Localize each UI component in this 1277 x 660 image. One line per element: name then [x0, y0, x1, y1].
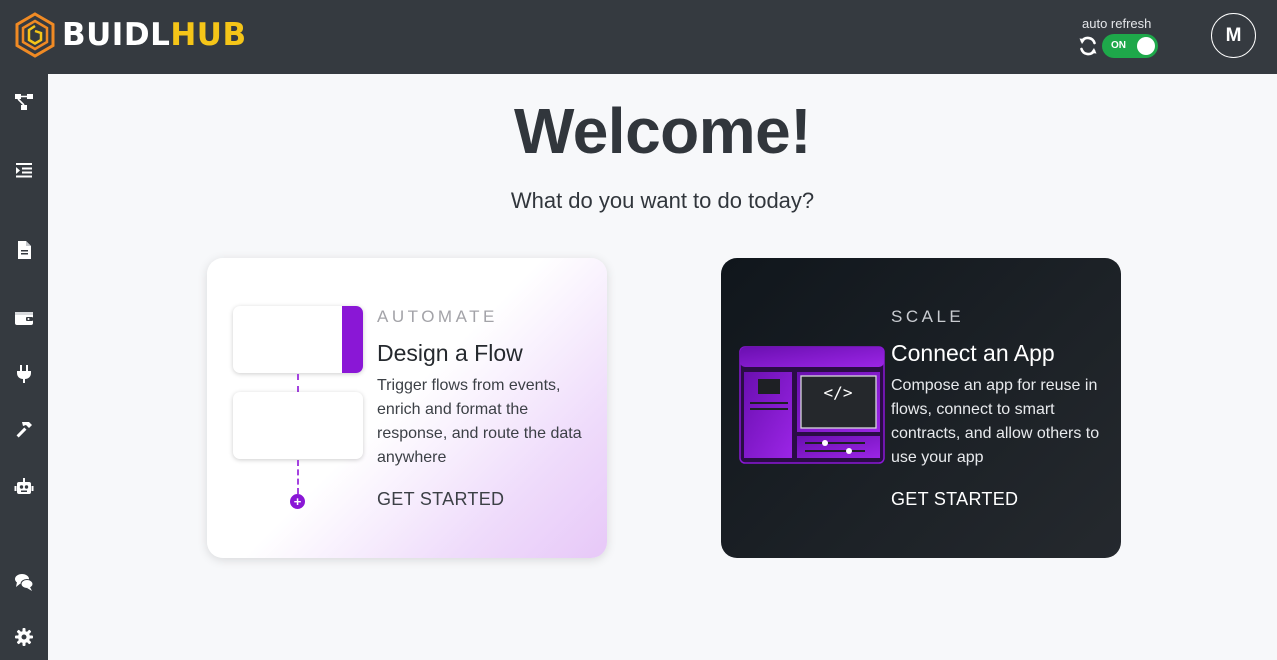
user-avatar[interactable]: M [1211, 13, 1256, 58]
sidebar-item-list[interactable] [13, 159, 35, 181]
logo-wordmark-part1: BUIDL [62, 16, 171, 53]
toggle-state-label: ON [1111, 40, 1126, 51]
card-description: Compose an app for reuse in flows, conne… [891, 377, 1100, 466]
hammer-icon [16, 422, 32, 438]
chat-icon [15, 574, 34, 591]
get-started-flow-button[interactable]: GET STARTED [377, 489, 504, 510]
connect-app-card[interactable]: </> SCALE Connect an App Compose an app … [721, 258, 1121, 558]
get-started-app-button[interactable]: GET STARTED [891, 489, 1018, 510]
flow-connector [297, 374, 299, 392]
add-step-icon: + [290, 494, 305, 509]
wallet-icon [15, 312, 33, 325]
card-title: Design a Flow [377, 340, 523, 366]
sidebar-item-chat[interactable] [13, 571, 35, 593]
plug-icon [17, 365, 31, 383]
flow-node-illustration [233, 392, 363, 459]
robot-icon [14, 478, 34, 494]
toggle-knob [1137, 37, 1155, 55]
card-eyebrow: AUTOMATE [377, 307, 498, 326]
flow-icon [15, 94, 33, 110]
logo-wordmark: BUIDLHUB [62, 16, 247, 53]
auto-refresh-toggle[interactable]: ON [1102, 34, 1158, 58]
sidebar [0, 74, 48, 660]
design-flow-card[interactable]: + AUTOMATE Design a Flow Trigger flows f… [207, 258, 607, 558]
card-title: Connect an App [891, 340, 1055, 366]
sidebar-item-plugins[interactable] [13, 363, 35, 385]
indent-list-icon [16, 163, 32, 178]
refresh-icon[interactable] [1076, 34, 1100, 58]
top-bar: BUIDLHUB auto refresh ON M [0, 0, 1277, 74]
sidebar-item-wallet[interactable] [13, 307, 35, 329]
document-icon [18, 241, 31, 259]
sidebar-item-documents[interactable] [13, 239, 35, 261]
flow-node-illustration [233, 306, 363, 373]
gear-icon [15, 628, 33, 646]
page-title: Welcome! [513, 95, 812, 167]
sidebar-item-flows[interactable] [13, 91, 35, 113]
app-window-illustration: </> [739, 346, 885, 464]
auto-refresh-label: auto refresh [1082, 16, 1152, 31]
flow-connector [297, 460, 299, 494]
sidebar-item-bots[interactable] [13, 476, 35, 498]
sidebar-item-tools[interactable] [13, 419, 35, 441]
sidebar-item-settings[interactable] [13, 626, 35, 648]
logo[interactable]: BUIDLHUB [14, 12, 247, 58]
flow-node-accent [342, 306, 363, 373]
hexagon-logo-icon [15, 12, 55, 58]
avatar-initial: M [1225, 24, 1242, 46]
svg-text:</>: </> [824, 383, 853, 402]
card-eyebrow: SCALE [891, 307, 965, 326]
page-subtitle: What do you want to do today? [510, 188, 815, 213]
auto-refresh-control: auto refresh ON [1076, 16, 1160, 60]
logo-wordmark-part2: HUB [170, 16, 247, 53]
card-description: Trigger flows from events, enrich and fo… [377, 377, 582, 466]
